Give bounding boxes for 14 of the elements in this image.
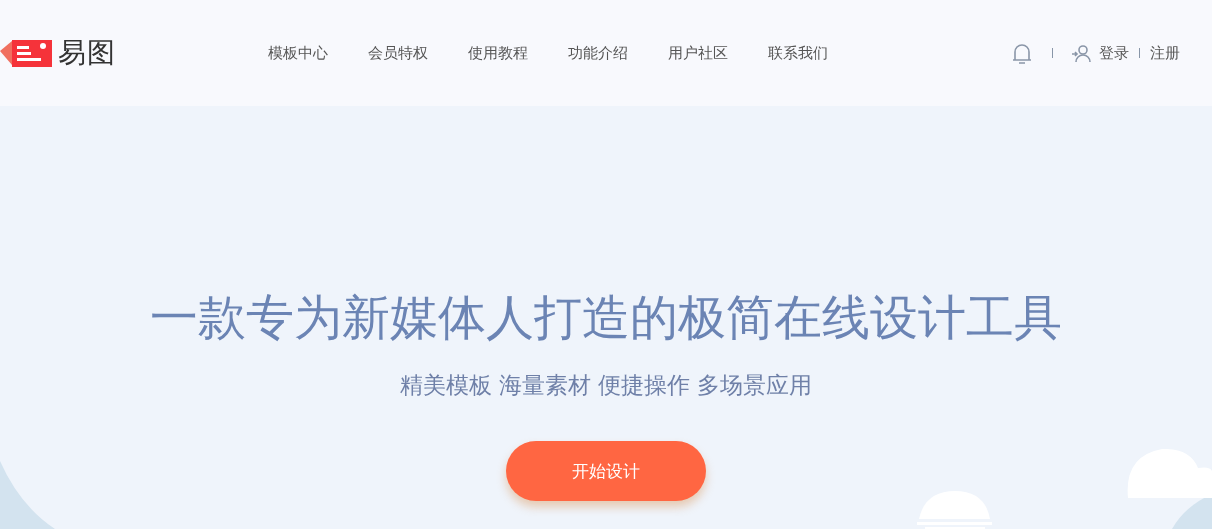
hill-drawing	[0, 461, 55, 529]
nav-link[interactable]: 模板中心	[268, 43, 328, 63]
nav-link[interactable]: 联系我们	[768, 43, 828, 63]
nav-link[interactable]: 会员特权	[368, 43, 428, 63]
nav-link[interactable]: 使用教程	[468, 43, 528, 63]
nav-link[interactable]: 用户社区	[668, 43, 728, 63]
hero-title: 一款专为新媒体人打造的极简在线设计工具	[150, 288, 1062, 347]
logo-text: 易图	[58, 35, 116, 71]
nav-link[interactable]: 功能介绍	[568, 43, 628, 63]
login-link[interactable]: 登录	[1099, 43, 1129, 63]
user-icon	[1071, 43, 1091, 63]
hero-subtitle: 精美模板 海量素材 便捷操作 多场景应用	[399, 371, 813, 400]
register-link[interactable]: 注册	[1150, 43, 1180, 63]
bell-icon[interactable]	[1010, 41, 1034, 65]
